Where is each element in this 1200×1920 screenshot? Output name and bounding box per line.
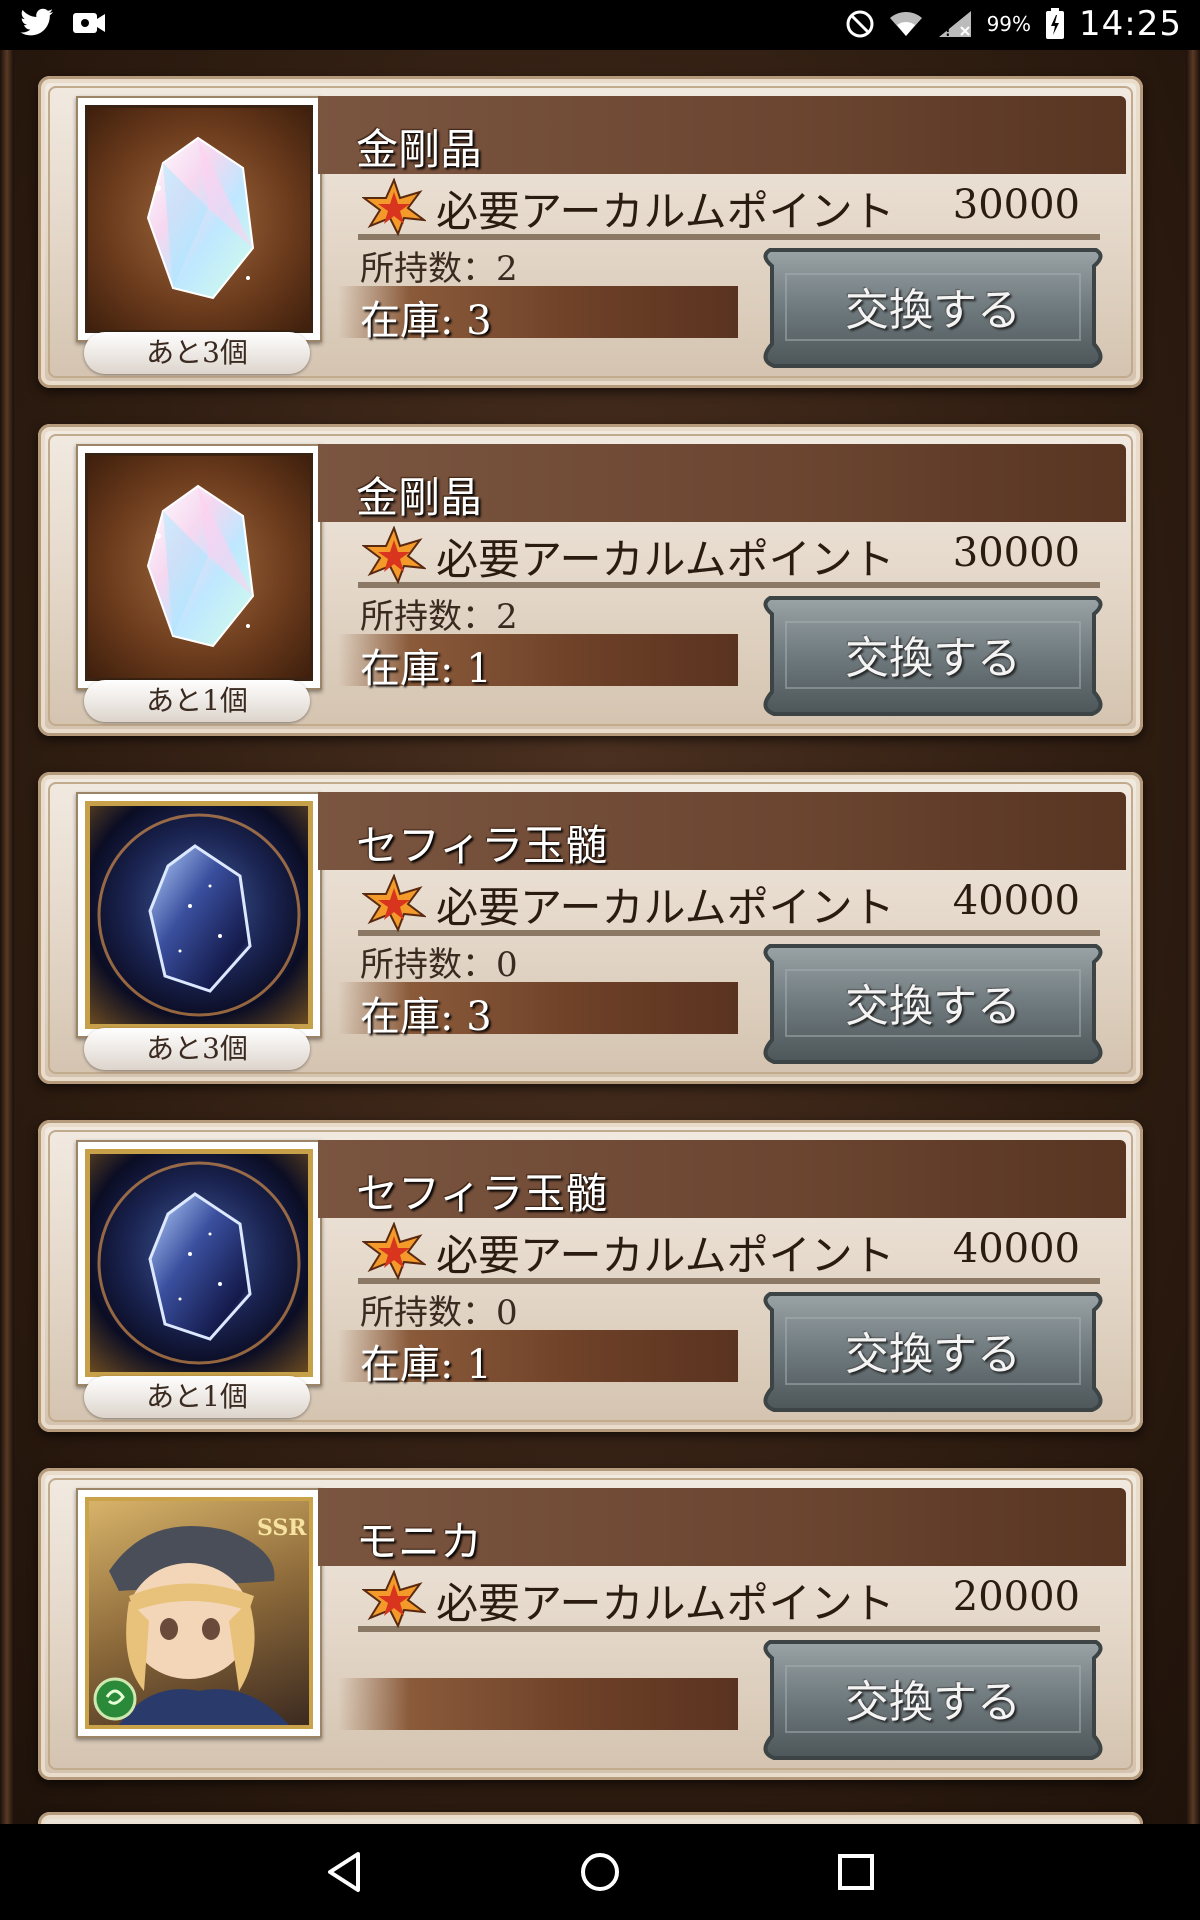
item-name: セフィラ玉髄 <box>356 821 608 870</box>
arcarum-point-icon <box>362 1570 426 1628</box>
required-points-row: 必要アーカルムポイント 40000 <box>358 870 1100 936</box>
character-portrait: SSR <box>85 1497 313 1729</box>
exchange-button-label: 交換する <box>845 1329 1021 1380</box>
exchange-item-card: あと3個 セフィラ玉髄 必要アーカルムポイント 40000 所持数：0 在庫: … <box>38 772 1143 1084</box>
required-points-value: 30000 <box>952 182 1080 228</box>
exchange-button[interactable]: 交換する <box>752 596 1114 718</box>
required-points-label: 必要アーカルムポイント <box>436 535 895 584</box>
stock-count: 在庫: 3 <box>360 994 492 1040</box>
rarity-badge: SSR <box>257 1515 307 1541</box>
required-points-value: 40000 <box>952 878 1080 924</box>
arcarum-point-icon <box>362 874 426 932</box>
exchange-button-label: 交換する <box>845 1677 1021 1728</box>
owned-count: 所持数：2 <box>360 597 518 637</box>
item-name: 金剛晶 <box>356 125 483 174</box>
required-points-label: 必要アーカルムポイント <box>436 883 895 932</box>
crystal-icon <box>146 484 255 648</box>
crystal-icon <box>97 1161 301 1365</box>
item-thumbnail[interactable] <box>76 1140 322 1386</box>
exchange-button-label: 交換する <box>845 285 1021 336</box>
crystal-icon <box>146 136 255 300</box>
home-icon[interactable] <box>578 1850 622 1898</box>
required-points-label: 必要アーカルムポイント <box>436 1231 895 1280</box>
remaining-count: あと3個 <box>84 1028 310 1070</box>
exchange-button[interactable]: 交換する <box>752 1640 1114 1762</box>
arcarum-point-icon <box>362 1222 426 1280</box>
stock-count: 在庫: 1 <box>360 646 492 692</box>
exchange-button[interactable]: 交換する <box>752 1292 1114 1414</box>
arcarum-point-icon <box>362 178 426 236</box>
item-image <box>85 801 313 1029</box>
item-thumbnail[interactable] <box>76 792 322 1038</box>
required-points-value: 40000 <box>952 1226 1080 1272</box>
required-points-value: 20000 <box>952 1574 1080 1620</box>
exchange-list: あと3個 金剛晶 必要アーカルムポイント 30000 所持数：2 在庫: 3 交… <box>0 0 1200 1920</box>
item-image <box>85 453 313 681</box>
item-name: 金剛晶 <box>356 473 483 522</box>
required-points-row: 必要アーカルムポイント 30000 <box>358 174 1100 240</box>
character-art: SSR <box>93 1515 307 1725</box>
item-thumbnail[interactable] <box>76 444 322 690</box>
navigation-bar <box>0 1824 1200 1920</box>
exchange-item-card: あと1個 セフィラ玉髄 必要アーカルムポイント 40000 所持数：0 在庫: … <box>38 1120 1143 1432</box>
required-points-row: 必要アーカルムポイント 40000 <box>358 1218 1100 1284</box>
crystal-icon <box>97 813 301 1017</box>
owned-count: 所持数：2 <box>360 249 518 289</box>
back-icon[interactable] <box>322 1850 366 1898</box>
remaining-count: あと1個 <box>84 680 310 722</box>
item-image <box>85 1149 313 1377</box>
exchange-item-card: SSR モニカ 必要アーカルムポイント 20000 交換する <box>38 1468 1143 1780</box>
element-wind-icon <box>93 1677 137 1721</box>
required-points-row: 必要アーカルムポイント 20000 <box>358 1566 1100 1632</box>
exchange-button-label: 交換する <box>845 981 1021 1032</box>
recents-icon[interactable] <box>834 1850 878 1898</box>
stock-bar <box>338 1678 738 1730</box>
required-points-label: 必要アーカルムポイント <box>436 187 895 236</box>
exchange-button[interactable]: 交換する <box>752 248 1114 370</box>
exchange-button[interactable]: 交換する <box>752 944 1114 1066</box>
owned-count: 所持数：0 <box>360 945 518 985</box>
required-points-label: 必要アーカルムポイント <box>436 1579 895 1628</box>
remaining-count: あと3個 <box>84 332 310 374</box>
item-name: モニカ <box>356 1517 483 1566</box>
arcarum-point-icon <box>362 526 426 584</box>
exchange-item-card: あと1個 金剛晶 必要アーカルムポイント 30000 所持数：2 在庫: 1 交… <box>38 424 1143 736</box>
item-image <box>85 105 313 333</box>
stock-count: 在庫: 3 <box>360 298 492 344</box>
required-points-row: 必要アーカルムポイント 30000 <box>358 522 1100 588</box>
item-thumbnail[interactable] <box>76 96 322 342</box>
item-thumbnail[interactable]: SSR <box>76 1488 322 1738</box>
item-name: セフィラ玉髄 <box>356 1169 608 1218</box>
exchange-item-card: あと3個 金剛晶 必要アーカルムポイント 30000 所持数：2 在庫: 3 交… <box>38 76 1143 388</box>
exchange-button-label: 交換する <box>845 633 1021 684</box>
required-points-value: 30000 <box>952 530 1080 576</box>
remaining-count: あと1個 <box>84 1376 310 1418</box>
owned-count: 所持数：0 <box>360 1293 518 1333</box>
stock-count: 在庫: 1 <box>360 1342 492 1388</box>
